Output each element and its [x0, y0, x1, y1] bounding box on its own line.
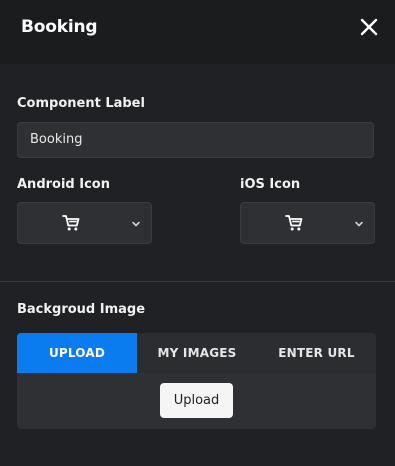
- shopping-cart-icon: [285, 215, 303, 231]
- tab-enter-url[interactable]: ENTER URL: [257, 333, 376, 373]
- component-label-heading: Component Label: [17, 96, 145, 111]
- android-icon-heading: Android Icon: [17, 177, 110, 192]
- image-source-tabs: UPLOAD MY IMAGES ENTER URL: [17, 333, 376, 373]
- background-image-heading: Backgroud Image: [17, 302, 146, 317]
- panel-title: Booking: [21, 17, 98, 37]
- ios-icon-select[interactable]: [240, 202, 375, 244]
- tab-upload[interactable]: UPLOAD: [17, 333, 137, 373]
- component-label-input[interactable]: Booking: [17, 122, 374, 158]
- upload-button[interactable]: Upload: [160, 383, 233, 418]
- shopping-cart-icon: [62, 215, 80, 231]
- ios-icon-heading: iOS Icon: [240, 177, 301, 192]
- android-icon-select[interactable]: [17, 202, 152, 244]
- tab-my-images[interactable]: MY IMAGES: [137, 333, 257, 373]
- chevron-down-icon: [355, 221, 363, 227]
- panel-header: Booking: [0, 0, 395, 64]
- upload-panel: Upload: [17, 373, 376, 429]
- chevron-down-icon: [132, 221, 140, 227]
- close-icon[interactable]: [356, 14, 382, 40]
- section-divider: [0, 281, 395, 282]
